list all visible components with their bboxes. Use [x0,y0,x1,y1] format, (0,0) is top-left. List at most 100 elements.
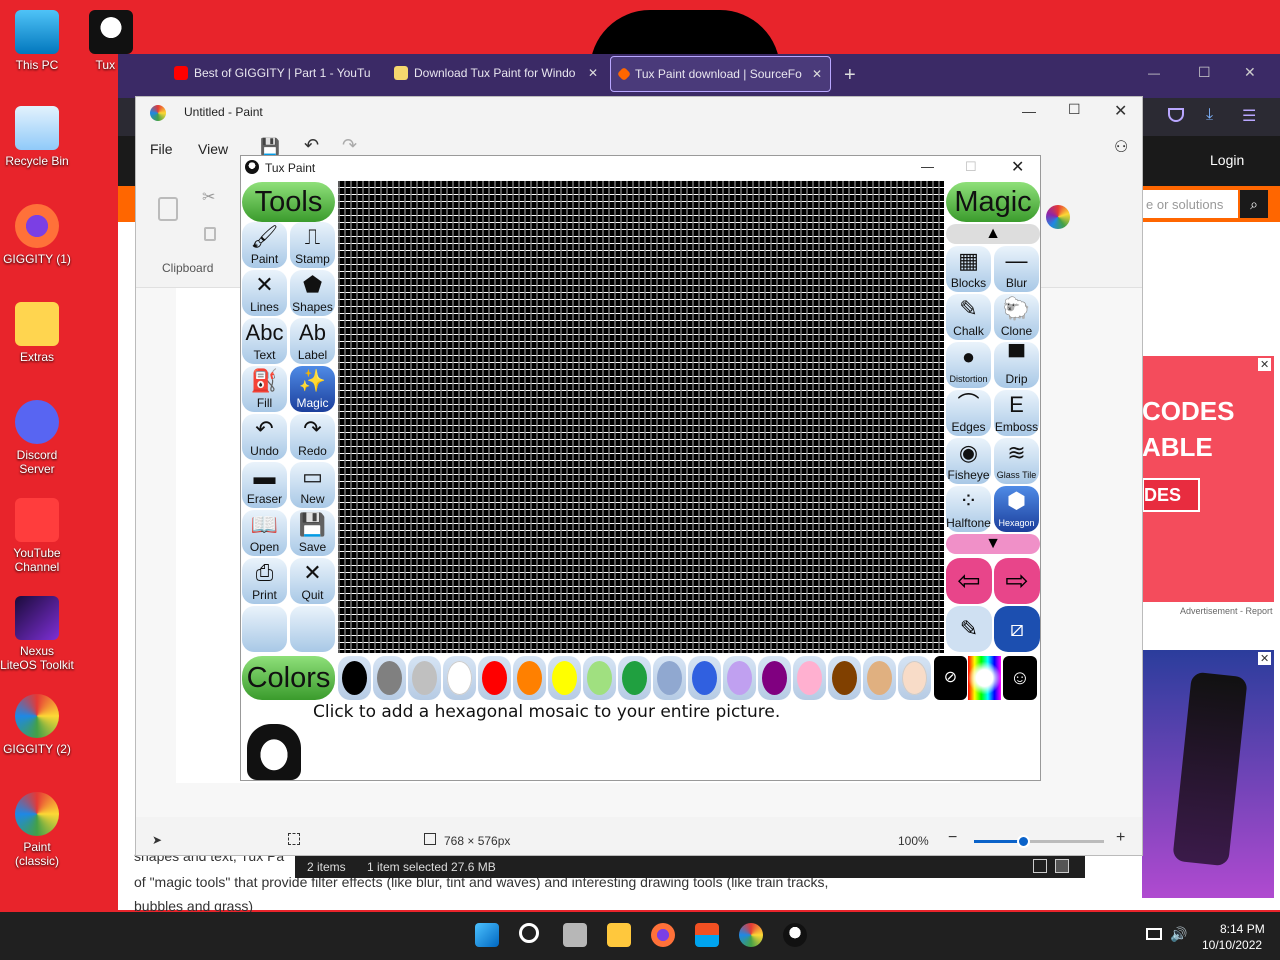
magic-distortion-button[interactable]: ● Distortion [946,342,991,388]
magic-chalk-button[interactable]: ✎ Chalk [946,294,991,340]
paint-minimize-button[interactable]: — [1022,103,1036,119]
color-swatch[interactable] [513,656,546,700]
redo-icon[interactable]: ↷ [342,135,357,156]
desktop-icon-giggity-1[interactable]: GIGGITY (1) [0,204,74,266]
clock-time[interactable]: 8:14 PM [1220,922,1265,936]
search-icon[interactable] [519,923,539,943]
color-swatch[interactable] [408,656,441,700]
search-input[interactable]: e or solutions [1138,190,1238,218]
color-swatch[interactable] [898,656,931,700]
download-icon[interactable]: ⤓ [1206,106,1213,124]
magic-clone-button[interactable]: 🐑 Clone [994,294,1039,340]
ad-banner-phone[interactable]: ✕ [1142,650,1274,898]
color-swatch[interactable] [758,656,791,700]
magic-scroll-down-button[interactable]: ▼ [946,534,1040,554]
close-tab-icon[interactable]: ✕ [588,66,598,80]
volume-icon[interactable]: 🔊 [1170,926,1187,943]
paste-icon[interactable] [158,197,178,221]
color-picker-rainbow[interactable] [968,656,1001,700]
drawing-canvas[interactable] [338,181,944,653]
color-swatch[interactable] [548,656,581,700]
browser-maximize-button[interactable]: ☐ [1198,64,1211,81]
color-picker-icon[interactable] [1046,205,1070,229]
new-tab-button[interactable]: + [844,64,856,87]
close-tab-icon[interactable]: ✕ [812,67,822,81]
ad-button[interactable]: DES [1142,478,1200,512]
tool-stamp-button[interactable]: ⎍ Stamp [290,222,335,268]
magic-drip-button[interactable]: ▀ Drip [994,342,1039,388]
microsoft-store-icon[interactable] [695,923,719,947]
magic-size-button[interactable]: ✎ [946,606,992,652]
clock-date[interactable]: 10/10/2022 [1202,938,1262,952]
task-view-icon[interactable] [563,923,587,947]
browser-tab-youtube[interactable]: Best of GIGGITY | Part 1 - YouTu ✕ [166,54,376,92]
browser-close-button[interactable]: ✕ [1244,64,1256,81]
save-icon[interactable]: 💾 [260,137,280,157]
tool-lines-button[interactable]: ✕ Lines [242,270,287,316]
share-icon[interactable]: ⚇ [1114,137,1128,157]
tool-undo-button[interactable]: ↶ Undo [242,414,287,460]
tool-save-button[interactable]: 💾 Save [290,510,335,556]
tool-paint-button[interactable]: 🖌 Paint [242,222,287,268]
ad-close-icon[interactable]: ✕ [1258,652,1272,665]
magic-edges-button[interactable]: ⌒ Edges [946,390,991,436]
undo-icon[interactable]: ↶ [304,135,319,156]
color-picker-dropper[interactable]: ⊘ [934,656,967,700]
prev-page-button[interactable]: ⇦ [946,558,992,604]
pocket-icon[interactable] [1168,108,1184,122]
magic-glass-tile-button[interactable]: ≋ Glass Tile [994,438,1039,484]
paint-icon[interactable] [739,923,763,947]
firefox-icon[interactable] [651,923,675,947]
start-button-icon[interactable] [475,923,499,947]
tool-eraser-button[interactable]: ▬ Eraser [242,462,287,508]
desktop-icon-paint-classic[interactable]: Paint (classic) [0,792,74,868]
browser-minimize-button[interactable]: — [1148,66,1160,80]
tux-maximize-button[interactable]: ☐ [965,159,977,175]
tool-magic-button[interactable]: ✨ Magic [290,366,335,412]
tool-print-button[interactable]: ⎙ Print [242,558,287,604]
zoom-slider[interactable] [974,835,1104,848]
color-swatch[interactable] [478,656,511,700]
color-swatch[interactable] [618,656,651,700]
zoom-slider-thumb[interactable] [1017,835,1030,848]
color-swatch[interactable] [723,656,756,700]
magic-blocks-button[interactable]: ▦ Blocks [946,246,991,292]
color-swatch[interactable] [583,656,616,700]
desktop-icon-extras[interactable]: Extras [0,302,74,364]
tool-fill-button[interactable]: ⛽ Fill [242,366,287,412]
magic-scroll-up-button[interactable]: ▲ [946,224,1040,244]
color-swatch[interactable] [688,656,721,700]
magic-halftone-button[interactable]: ⁘ Halftone [946,486,991,532]
details-view-icon[interactable] [1033,859,1047,873]
color-swatch[interactable] [653,656,686,700]
color-swatch[interactable] [443,656,476,700]
color-swatch[interactable] [828,656,861,700]
desktop-icon-nexus-liteos-toolkit[interactable]: Nexus LiteOS Toolkit [0,596,74,672]
desktop-icon-discord-server[interactable]: Discord Server [0,400,74,476]
magic-blur-button[interactable]: — Blur [994,246,1039,292]
login-link[interactable]: Login [1210,152,1244,168]
paint-close-button[interactable]: ✕ [1114,101,1127,121]
desktop-icon-recycle-bin[interactable]: Recycle Bin [0,106,74,168]
paint-maximize-button[interactable]: ☐ [1068,101,1081,118]
menu-view[interactable]: View [198,141,228,157]
color-swatch[interactable] [863,656,896,700]
color-mixer-button[interactable]: ☺ [1003,656,1037,700]
magic-hexagon-mosaic-button[interactable]: ⬢Hexagon Mosaic [994,486,1039,542]
magic-fullscreen-button[interactable]: ⧄ [994,606,1040,652]
color-swatch[interactable] [338,656,371,700]
tux-minimize-button[interactable]: — [921,159,934,174]
zoom-in-button[interactable]: + [1116,829,1125,847]
browser-tab-sourceforge[interactable]: Tux Paint download | SourceFo ✕ [610,56,831,92]
tool-text-button[interactable]: Abc Text [242,318,287,364]
tux-close-button[interactable]: ✕ [1011,157,1024,177]
magic-fisheye-button[interactable]: ◉ Fisheye [946,438,991,484]
tool-open-button[interactable]: 📖 Open [242,510,287,556]
zoom-out-button[interactable]: − [948,829,957,847]
color-swatch[interactable] [793,656,826,700]
tool-redo-button[interactable]: ↷ Redo [290,414,335,460]
file-explorer-icon[interactable] [607,923,631,947]
desktop-icon-giggity-2[interactable]: GIGGITY (2) [0,694,74,756]
ad-report-label[interactable]: Advertisement - Report [1180,606,1273,616]
next-page-button[interactable]: ⇨ [994,558,1040,604]
